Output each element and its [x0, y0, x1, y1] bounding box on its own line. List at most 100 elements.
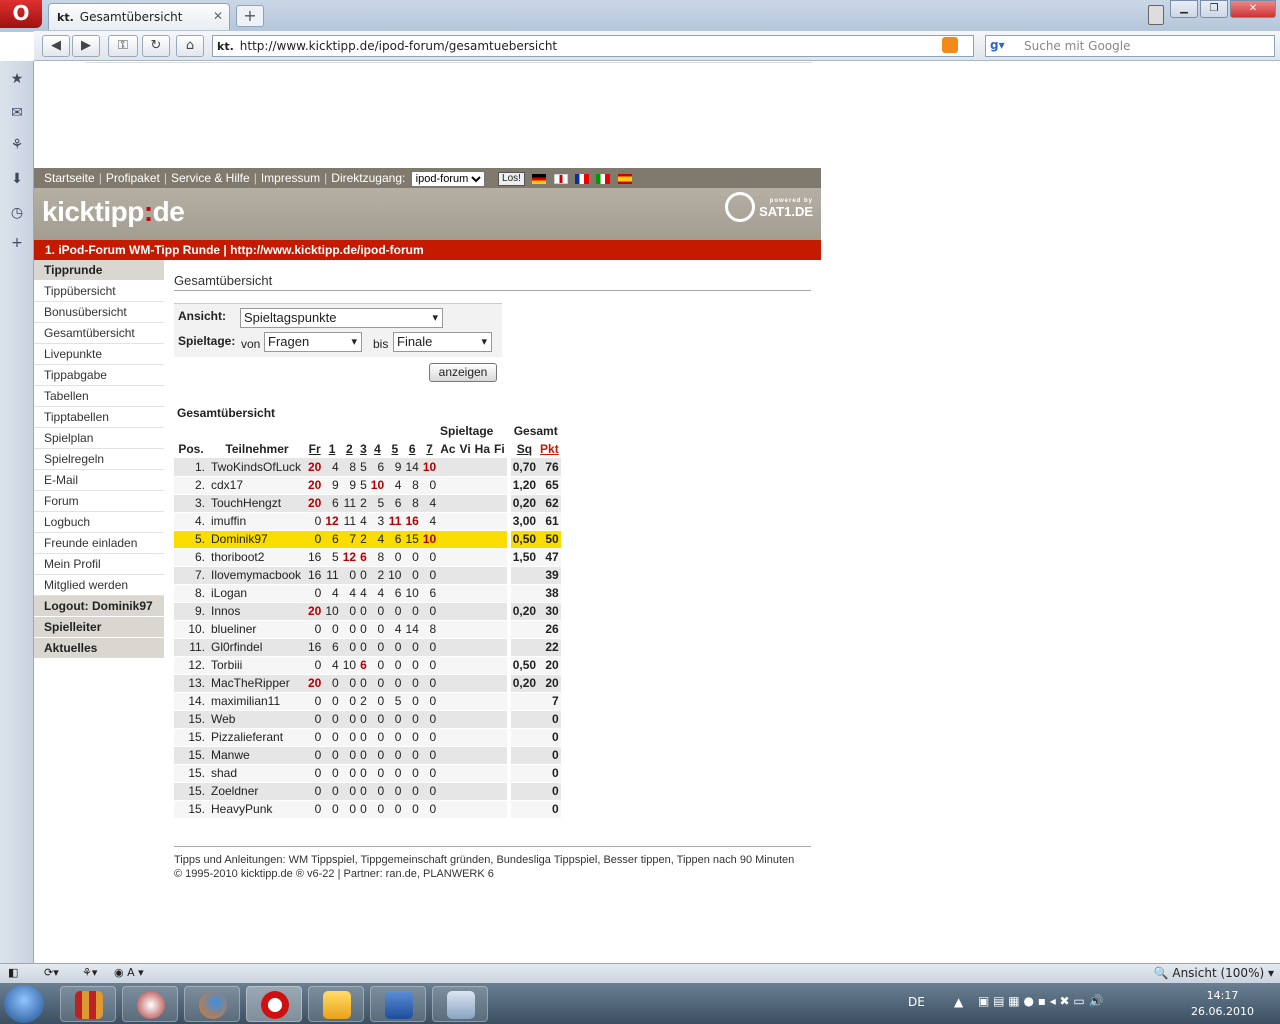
downloads-icon[interactable]: ⬇ [8, 171, 26, 189]
taskbar-winrar[interactable] [60, 986, 116, 1022]
cell-name[interactable]: blueliner [208, 620, 306, 639]
cell-name[interactable]: Zoeldner [208, 782, 306, 801]
cell-name[interactable]: Torbiii [208, 656, 306, 675]
sidebar-item-tipp-bersicht[interactable]: Tippübersicht [34, 281, 164, 302]
column-header-day[interactable]: 4 [369, 440, 386, 458]
cell-name[interactable]: Web [208, 710, 306, 729]
sidebar-item-e-mail[interactable]: E-Mail [34, 470, 164, 491]
cell-name[interactable]: cdx17 [208, 476, 306, 495]
tab-gesamtuebersicht[interactable]: kt. Gesamtübersicht ✕ [48, 3, 230, 30]
key-icon[interactable]: ⚿ [108, 35, 138, 57]
column-header-sq[interactable]: Sq [511, 440, 538, 458]
flag-it-icon[interactable] [596, 173, 611, 184]
column-header-day[interactable]: 2 [341, 440, 358, 458]
taskbar-word[interactable] [370, 986, 426, 1022]
sidebar-item-tabellen[interactable]: Tabellen [34, 386, 164, 407]
sidebar-item-livepunkte[interactable]: Livepunkte [34, 344, 164, 365]
cell-name[interactable]: MacTheRipper [208, 674, 306, 693]
sidebar-item-mitglied-werden[interactable]: Mitglied werden [34, 575, 164, 596]
from-select[interactable]: Fragen [264, 332, 362, 352]
taskbar-game[interactable] [122, 986, 178, 1022]
column-header-day[interactable]: Fr [306, 440, 323, 458]
taskbar-opera[interactable] [246, 986, 302, 1022]
start-button[interactable] [4, 985, 44, 1023]
maximize-button[interactable]: ❐ [1200, 0, 1228, 18]
opera-menu-button[interactable]: O [0, 0, 42, 28]
taskbar-mail[interactable] [308, 986, 364, 1022]
go-button[interactable]: Los! [498, 172, 525, 186]
sidebar-item-spielplan[interactable]: Spielplan [34, 428, 164, 449]
history-icon[interactable]: ◷ [8, 205, 26, 223]
new-tab-button[interactable]: + [236, 5, 264, 27]
footer-links[interactable]: Tipps und Anleitungen: WM Tippspiel, Tip… [174, 853, 811, 867]
cell-name[interactable]: Pizzalieferant [208, 728, 306, 747]
tray-apps-icon[interactable]: ▣ ▤ ▦ ● ▪ ◂ ✖ ▭ 🔊 [978, 994, 1104, 1008]
flag-es-icon[interactable] [617, 173, 632, 184]
google-icon[interactable]: g▾ [990, 38, 1005, 52]
topnav-link-service[interactable]: Service & Hilfe [171, 171, 250, 185]
cell-name[interactable]: Ilovemymacbook [208, 566, 306, 585]
view-select[interactable]: Spieltagspunkte [240, 308, 443, 328]
sidebar-item-tipptabellen[interactable]: Tipptabellen [34, 407, 164, 428]
turbo-icon[interactable]: ⟳▾ [44, 966, 59, 979]
flag-de-icon[interactable] [532, 173, 547, 184]
column-header-day[interactable]: 1 [323, 440, 340, 458]
cell-name[interactable]: TwoKindsOfLuck [208, 458, 306, 477]
panel-toggle-icon[interactable]: ◧ [8, 966, 18, 979]
cell-name[interactable]: iLogan [208, 584, 306, 603]
sidebar-item-freunde-einladen[interactable]: Freunde einladen [34, 533, 164, 554]
taskbar-firefox[interactable] [184, 986, 240, 1022]
taskbar-calculator[interactable] [432, 986, 488, 1022]
column-header-pkt[interactable]: Pkt [538, 440, 561, 458]
bookmarks-icon[interactable]: ★ [8, 71, 26, 89]
cell-name[interactable]: HeavyPunk [208, 800, 306, 819]
cell-name[interactable]: TouchHengzt [208, 494, 306, 513]
mail-icon[interactable]: ✉ [8, 105, 26, 123]
sidebar-item-forum[interactable]: Forum [34, 491, 164, 512]
cell-name[interactable]: shad [208, 764, 306, 783]
home-icon[interactable]: ⌂ [176, 35, 204, 57]
column-header-day[interactable]: 6 [403, 440, 420, 458]
back-icon[interactable]: ◀ [42, 35, 70, 57]
sidebar-item-tippabgabe[interactable]: Tippabgabe [34, 365, 164, 386]
search-input[interactable]: g▾ Suche mit Google [985, 35, 1275, 57]
show-hidden-icons-icon[interactable]: ▲ [954, 995, 963, 1009]
cell-name[interactable]: thoriboot2 [208, 548, 306, 567]
address-bar[interactable]: kt. http://www.kicktipp.de/ipod-forum/ges… [212, 35, 974, 57]
column-header-day[interactable]: 7 [421, 440, 438, 458]
sidebar-item-spielleiter[interactable]: Spielleiter [34, 617, 164, 638]
cell-name[interactable]: Manwe [208, 746, 306, 765]
sidebar-item-logbuch[interactable]: Logbuch [34, 512, 164, 533]
minimize-button[interactable]: ▁ [1170, 0, 1198, 18]
kicktipp-logo[interactable]: kicktipp:de [42, 196, 185, 228]
topnav-link-startseite[interactable]: Startseite [44, 171, 95, 185]
direct-access-select[interactable]: ipod-forum [410, 171, 485, 187]
cell-name[interactable]: Dominik97 [208, 530, 306, 549]
window-close-button[interactable]: ✕ [1230, 0, 1276, 18]
sidebar-item-tipprunde[interactable]: Tipprunde [34, 260, 164, 281]
show-button[interactable]: anzeigen [429, 363, 497, 382]
unite-status-icon[interactable]: ⚘▾ [82, 966, 97, 979]
clock[interactable]: 14:17 26.06.2010 [1191, 988, 1254, 1020]
sidebar-item-bonus-bersicht[interactable]: Bonusübersicht [34, 302, 164, 323]
reload-icon[interactable]: ↻ [142, 35, 170, 57]
cell-name[interactable]: imuffin [208, 512, 306, 531]
forward-icon[interactable]: ▶ [72, 35, 100, 57]
zoom-control[interactable]: 🔍 Ansicht (100%) ▾ [1154, 966, 1274, 980]
topnav-link-profipaket[interactable]: Profipaket [106, 171, 160, 185]
cell-name[interactable]: Gl0rfindel [208, 638, 306, 657]
cell-name[interactable]: maximilian11 [208, 692, 306, 711]
add-panel-icon[interactable]: + [8, 235, 26, 253]
column-header-day[interactable]: 5 [386, 440, 403, 458]
to-select[interactable]: Finale [393, 332, 492, 352]
sidebar-item-spielregeln[interactable]: Spielregeln [34, 449, 164, 470]
flag-fr-icon[interactable] [574, 173, 589, 184]
cell-name[interactable]: Innos [208, 602, 306, 621]
close-tab-icon[interactable]: ✕ [213, 9, 223, 23]
sidebar-item-mein-profil[interactable]: Mein Profil [34, 554, 164, 575]
unite-icon[interactable]: ⚘ [8, 137, 26, 155]
rss-feed-icon[interactable] [942, 37, 958, 53]
language-indicator[interactable]: DE [908, 995, 925, 1009]
topnav-link-impressum[interactable]: Impressum [261, 171, 320, 185]
sat1-logo[interactable]: powered by SAT1.DE [725, 192, 813, 228]
